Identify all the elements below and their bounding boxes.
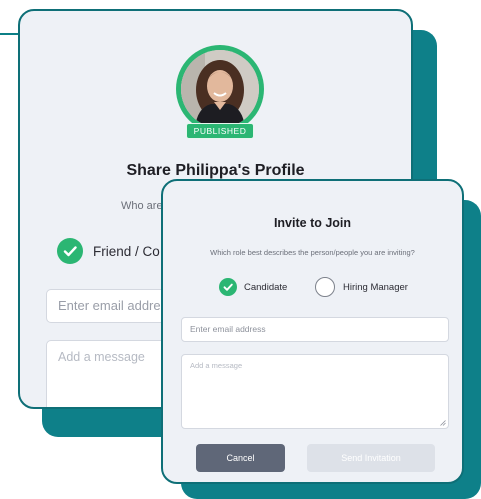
- friend-option-label: Friend / Co: [93, 244, 160, 259]
- modal-title: Invite to Join: [273, 216, 352, 230]
- email-field[interactable]: Enter email address: [181, 317, 449, 342]
- hiring-manager-radio[interactable]: [315, 277, 335, 297]
- hiring-manager-radio-label[interactable]: Hiring Manager: [343, 282, 408, 293]
- decorative-line: [0, 33, 19, 35]
- cancel-button[interactable]: Cancel: [196, 444, 285, 472]
- message-field[interactable]: Add a message: [181, 354, 449, 429]
- avatar: [181, 50, 259, 128]
- status-badge: PUBLISHED: [186, 123, 254, 139]
- avatar-ring: [176, 45, 264, 133]
- send-invitation-button[interactable]: Send Invitation: [307, 444, 435, 472]
- check-icon: [63, 246, 77, 257]
- check-icon: [223, 283, 233, 291]
- candidate-radio[interactable]: [219, 278, 237, 296]
- message-placeholder: Add a message: [190, 361, 243, 370]
- who-prompt: Who are: [121, 200, 163, 212]
- invite-modal: Invite to Join Which role best describes…: [161, 179, 464, 484]
- modal-subtitle: Which role best describes the person/peo…: [210, 248, 415, 257]
- candidate-radio-label[interactable]: Candidate: [244, 282, 287, 293]
- resize-grip-icon[interactable]: [440, 420, 446, 426]
- friend-checkbox[interactable]: [57, 238, 83, 264]
- page-title: Share Philippa's Profile: [126, 162, 305, 179]
